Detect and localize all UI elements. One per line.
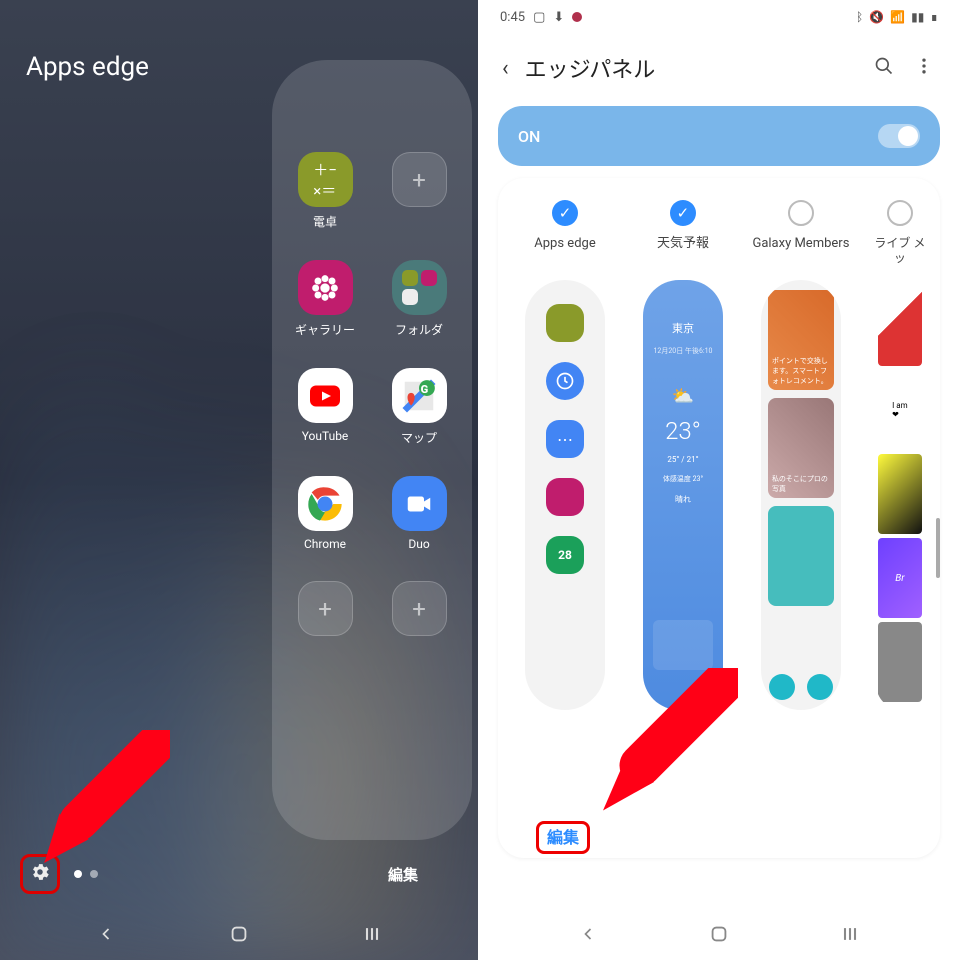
edit-button[interactable]: 編集 xyxy=(536,821,590,854)
app-chrome[interactable]: Chrome xyxy=(285,476,365,551)
app-calculator[interactable]: ＋−×＝ 電卓 xyxy=(285,152,365,230)
checkbox-on[interactable]: ✓ xyxy=(552,200,578,226)
app-gallery[interactable]: ギャラリー xyxy=(285,260,365,338)
gallery-icon xyxy=(298,260,353,315)
nav-recents[interactable] xyxy=(352,924,392,944)
status-time: 0:45 xyxy=(500,10,525,25)
app-youtube[interactable]: YouTube xyxy=(285,368,365,446)
panel-weather[interactable]: ✓ 天気予報 東京 12月20日 午後6:10 ⛅ 23° 25° / 21° … xyxy=(634,200,732,710)
plus-icon: + xyxy=(392,581,447,636)
apps-edge-title: Apps edge xyxy=(26,52,149,82)
back-button[interactable]: ‹ xyxy=(502,56,509,81)
panel-preview: 東京 12月20日 午後6:10 ⛅ 23° 25° / 21° 体感温度 23… xyxy=(643,280,723,710)
checkbox-off[interactable] xyxy=(887,200,913,226)
page-title: エッジパネル xyxy=(525,52,856,84)
scroll-handle[interactable] xyxy=(936,518,940,578)
nav-home[interactable] xyxy=(219,923,259,945)
status-icon: ▢ xyxy=(533,10,545,25)
add-app-slot[interactable]: + xyxy=(379,581,459,636)
bluetooth-icon: ᛒ xyxy=(856,10,863,24)
panels-list[interactable]: ✓ Apps edge ⋯ 28 編集 ✓ 天気予報 東京 12月20日 午後6… xyxy=(498,178,940,858)
panel-live-message[interactable]: ライブ メッ I am❤ Br xyxy=(870,200,930,710)
edit-icon xyxy=(807,674,833,700)
edit-button[interactable]: 編集 xyxy=(388,864,418,885)
phone-screenshot-left: Apps edge ＋−×＝ 電卓 + ギャラリー xyxy=(0,0,478,960)
info-icon xyxy=(769,674,795,700)
calculator-icon: ＋−×＝ xyxy=(298,152,353,207)
more-icon[interactable] xyxy=(912,56,936,81)
panel-preview: I am❤ Br xyxy=(876,280,924,710)
nav-back[interactable] xyxy=(86,924,126,944)
annotation-arrow xyxy=(30,730,170,870)
page-indicator xyxy=(74,870,98,878)
search-icon[interactable] xyxy=(872,56,896,81)
android-nav-bar xyxy=(482,908,956,960)
settings-button-highlight xyxy=(20,854,60,894)
edge-panel[interactable]: ＋−×＝ 電卓 + ギャラリー xyxy=(272,60,472,840)
youtube-icon xyxy=(298,368,353,423)
switch-on[interactable] xyxy=(878,124,920,148)
gallery-icon xyxy=(546,478,584,516)
status-recording-icon xyxy=(572,12,582,22)
nav-home[interactable] xyxy=(699,923,739,945)
checkbox-on[interactable]: ✓ xyxy=(670,200,696,226)
panel-preview: ポイントで交換します。スマートフォトレコメント。 私のそこにプロの写真 xyxy=(761,280,841,710)
panel-preview: ⋯ 28 xyxy=(525,280,605,710)
status-icon: ⬇ xyxy=(553,10,564,25)
panel-apps-edge[interactable]: ✓ Apps edge ⋯ 28 編集 xyxy=(516,200,614,710)
calendar-icon: 28 xyxy=(546,536,584,574)
nav-recents[interactable] xyxy=(830,924,870,944)
app-duo[interactable]: Duo xyxy=(379,476,459,551)
mute-icon: 🔇 xyxy=(869,10,884,24)
add-app-slot[interactable]: + xyxy=(285,581,365,636)
checkbox-off[interactable] xyxy=(788,200,814,226)
battery-icon: ∎ xyxy=(930,10,938,24)
android-nav-bar xyxy=(0,908,478,960)
nav-back[interactable] xyxy=(568,924,608,944)
toggle-label: ON xyxy=(518,127,540,146)
gear-icon[interactable] xyxy=(29,861,51,883)
settings-header: ‹ エッジパネル xyxy=(482,34,956,94)
edge-bottom-bar: 編集 xyxy=(0,854,478,894)
messages-icon: ⋯ xyxy=(546,420,584,458)
wifi-icon: 📶 xyxy=(890,10,905,24)
maps-icon: G xyxy=(392,368,447,423)
master-toggle[interactable]: ON xyxy=(498,106,940,166)
plus-icon: + xyxy=(392,152,447,207)
status-bar: 0:45 ▢ ⬇ ᛒ 🔇 📶 ▮▮ ∎ xyxy=(482,0,956,34)
panel-galaxy-members[interactable]: Galaxy Members ポイントで交換します。スマートフォトレコメント。 … xyxy=(752,200,850,710)
signal-icon: ▮▮ xyxy=(911,10,924,24)
app-folder[interactable]: フォルダ xyxy=(379,260,459,338)
app-maps[interactable]: G マップ xyxy=(379,368,459,446)
edit-button-highlight: 編集 xyxy=(536,824,590,848)
calculator-icon xyxy=(546,304,584,342)
clock-icon xyxy=(546,362,584,400)
folder-icon xyxy=(392,260,447,315)
plus-icon: + xyxy=(298,581,353,636)
phone-screenshot-right: 0:45 ▢ ⬇ ᛒ 🔇 📶 ▮▮ ∎ ‹ エッジパネル ON ✓ Apps xyxy=(478,0,956,960)
chrome-icon xyxy=(298,476,353,531)
duo-icon xyxy=(392,476,447,531)
svg-text:G: G xyxy=(421,382,429,395)
add-app-slot[interactable]: + xyxy=(379,152,459,230)
